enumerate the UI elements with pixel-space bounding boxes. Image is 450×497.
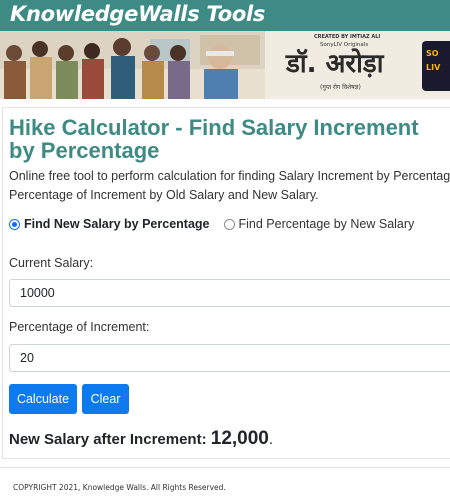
ad-show-title: डॉ. अरोड़ा: [286, 49, 384, 79]
radio-find-percentage[interactable]: [223, 218, 235, 230]
ad-tagline: (गुप्त रोग विशेषज्ञ): [320, 84, 361, 91]
radio-find-new-salary[interactable]: [9, 218, 20, 230]
footer-copyright: COPYRIGHT 2021, Knowledge Walls. All Rig…: [13, 483, 226, 492]
radio-label-find-percentage[interactable]: Find Percentage by New Salary: [239, 217, 415, 231]
result-label: New Salary after Increment:: [9, 431, 207, 448]
radio-label-find-new-salary[interactable]: Find New Salary by Percentage: [24, 217, 210, 231]
result-line: New Salary after Increment: 12,000.: [9, 428, 273, 450]
clear-button[interactable]: Clear: [82, 384, 129, 414]
page-title: Hike Calculator - Find Salary Increment …: [9, 115, 419, 163]
description-line-2: Percentage of Increment by Old Salary an…: [9, 188, 319, 202]
ad-credit-text: CREATED BY IMTIAZ ALI: [314, 34, 381, 40]
current-salary-input[interactable]: 10000: [9, 279, 450, 307]
result-suffix: .: [268, 431, 274, 448]
top-header-bar: KnowledgeWalls Tools: [0, 0, 450, 31]
description-line-1: Online free tool to perform calculation …: [9, 169, 450, 183]
page-description: Online free tool to perform calculation …: [9, 167, 450, 205]
percentage-label: Percentage of Increment:: [9, 320, 150, 334]
site-logo-text[interactable]: KnowledgeWalls Tools: [10, 2, 265, 26]
result-value: 12,000: [210, 428, 269, 449]
percentage-input[interactable]: 20: [9, 344, 450, 372]
ad-network-text: SonyLIV Originals: [320, 42, 369, 48]
calculate-button[interactable]: Calculate: [9, 384, 77, 414]
current-salary-label: Current Salary:: [9, 256, 94, 270]
ad-platform-badge: SO LIV: [426, 49, 441, 72]
footer-divider: [0, 467, 450, 468]
advertisement-banner[interactable]: CREATED BY IMTIAZ ALI SonyLIV Originals …: [0, 31, 450, 99]
mode-selector: Find New Salary by Percentage Find Perce…: [9, 217, 414, 231]
